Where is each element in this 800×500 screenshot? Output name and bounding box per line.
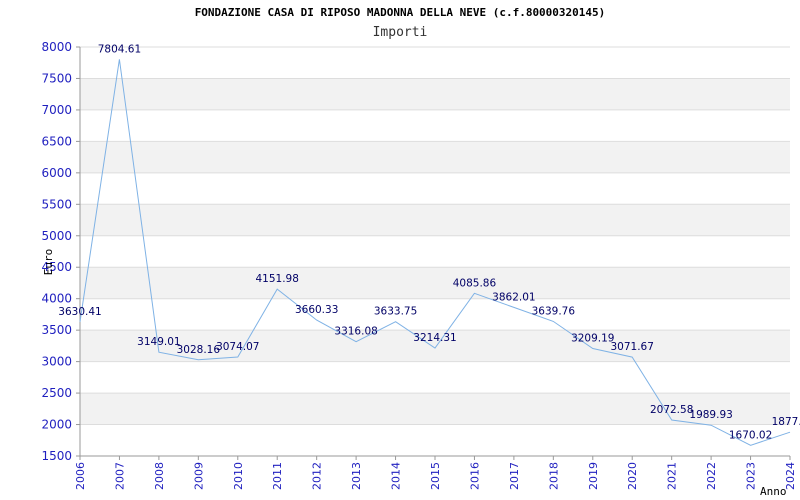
line-chart: 1500200025003000350040004500500055006000… [41, 40, 800, 498]
data-label: 2072.58 [650, 404, 693, 416]
data-label: 3633.75 [374, 306, 417, 318]
x-tick-labels: 2006 2007 2008 2009 2010 2011 2012 2013 2014 2015… [74, 462, 797, 490]
x-tick-label: 2011 [271, 462, 284, 490]
data-label: 3639.76 [532, 305, 576, 317]
x-tick-label: 2017 [508, 462, 521, 490]
x-tick-label: 2015 [429, 462, 442, 490]
x-tick-label: 2008 [153, 462, 166, 490]
data-label: 4085.86 [453, 277, 497, 289]
y-tick-label: 7500 [41, 71, 72, 85]
data-label: 3316.08 [334, 326, 377, 338]
x-tick-label: 2016 [468, 462, 481, 490]
y-tick-label: 8000 [41, 40, 72, 54]
x-tick-label: 2022 [705, 462, 718, 490]
data-label: 4151.98 [256, 273, 299, 285]
data-label: 1877.6 [772, 416, 800, 428]
y-tick-label: 6500 [41, 134, 72, 148]
grid-band [80, 267, 790, 299]
x-axis-label: Anno [760, 485, 787, 498]
x-tick-label: 2012 [311, 462, 324, 490]
data-label: 3074.07 [216, 341, 259, 353]
data-label: 3660.33 [295, 304, 338, 316]
data-label: 3862.01 [492, 291, 535, 303]
x-tick-label: 2007 [113, 462, 126, 490]
data-label: 3071.67 [611, 341, 654, 353]
x-tick-label: 2020 [626, 462, 639, 490]
x-tick-label: 2009 [192, 462, 205, 490]
x-tick-label: 2021 [666, 462, 679, 490]
grid-band [80, 78, 790, 110]
y-tick-label: 7000 [41, 103, 72, 117]
y-tick-label: 6000 [41, 166, 72, 180]
grid-band [80, 204, 790, 236]
y-tick-label: 4000 [41, 292, 72, 306]
data-label: 1989.93 [689, 409, 732, 421]
y-tick-label: 5000 [41, 229, 72, 243]
x-tick-label: 2013 [350, 462, 363, 490]
grid-band [80, 141, 790, 173]
y-axis-label: Euro [42, 249, 55, 276]
data-label: 3630.41 [58, 306, 101, 318]
data-label: 3149.01 [137, 336, 180, 348]
y-tick-label: 3500 [41, 323, 72, 337]
y-tick-label: 2000 [41, 418, 72, 432]
x-tick-label: 2014 [390, 462, 403, 490]
x-tick-label: 2018 [547, 462, 560, 490]
data-label: 3028.16 [177, 344, 221, 356]
data-label: 3214.31 [413, 332, 456, 344]
data-label: 1670.02 [729, 429, 772, 441]
background-bands [80, 78, 790, 425]
y-tick-label: 5500 [41, 197, 72, 211]
data-label: 7804.61 [98, 43, 141, 55]
x-tick-label: 2006 [74, 462, 87, 490]
chart-container: FONDAZIONE CASA DI RIPOSO MADONNA DELLA … [0, 0, 800, 500]
y-tick-label: 2500 [41, 386, 72, 400]
series-line [79, 59, 791, 446]
x-tick-label: 2023 [745, 462, 758, 490]
data-label: 3209.19 [571, 332, 614, 344]
x-tick-label: 2019 [587, 462, 600, 490]
x-tick-label: 2010 [232, 462, 245, 490]
y-tick-label: 1500 [41, 449, 72, 463]
y-tick-label: 3000 [41, 355, 72, 369]
